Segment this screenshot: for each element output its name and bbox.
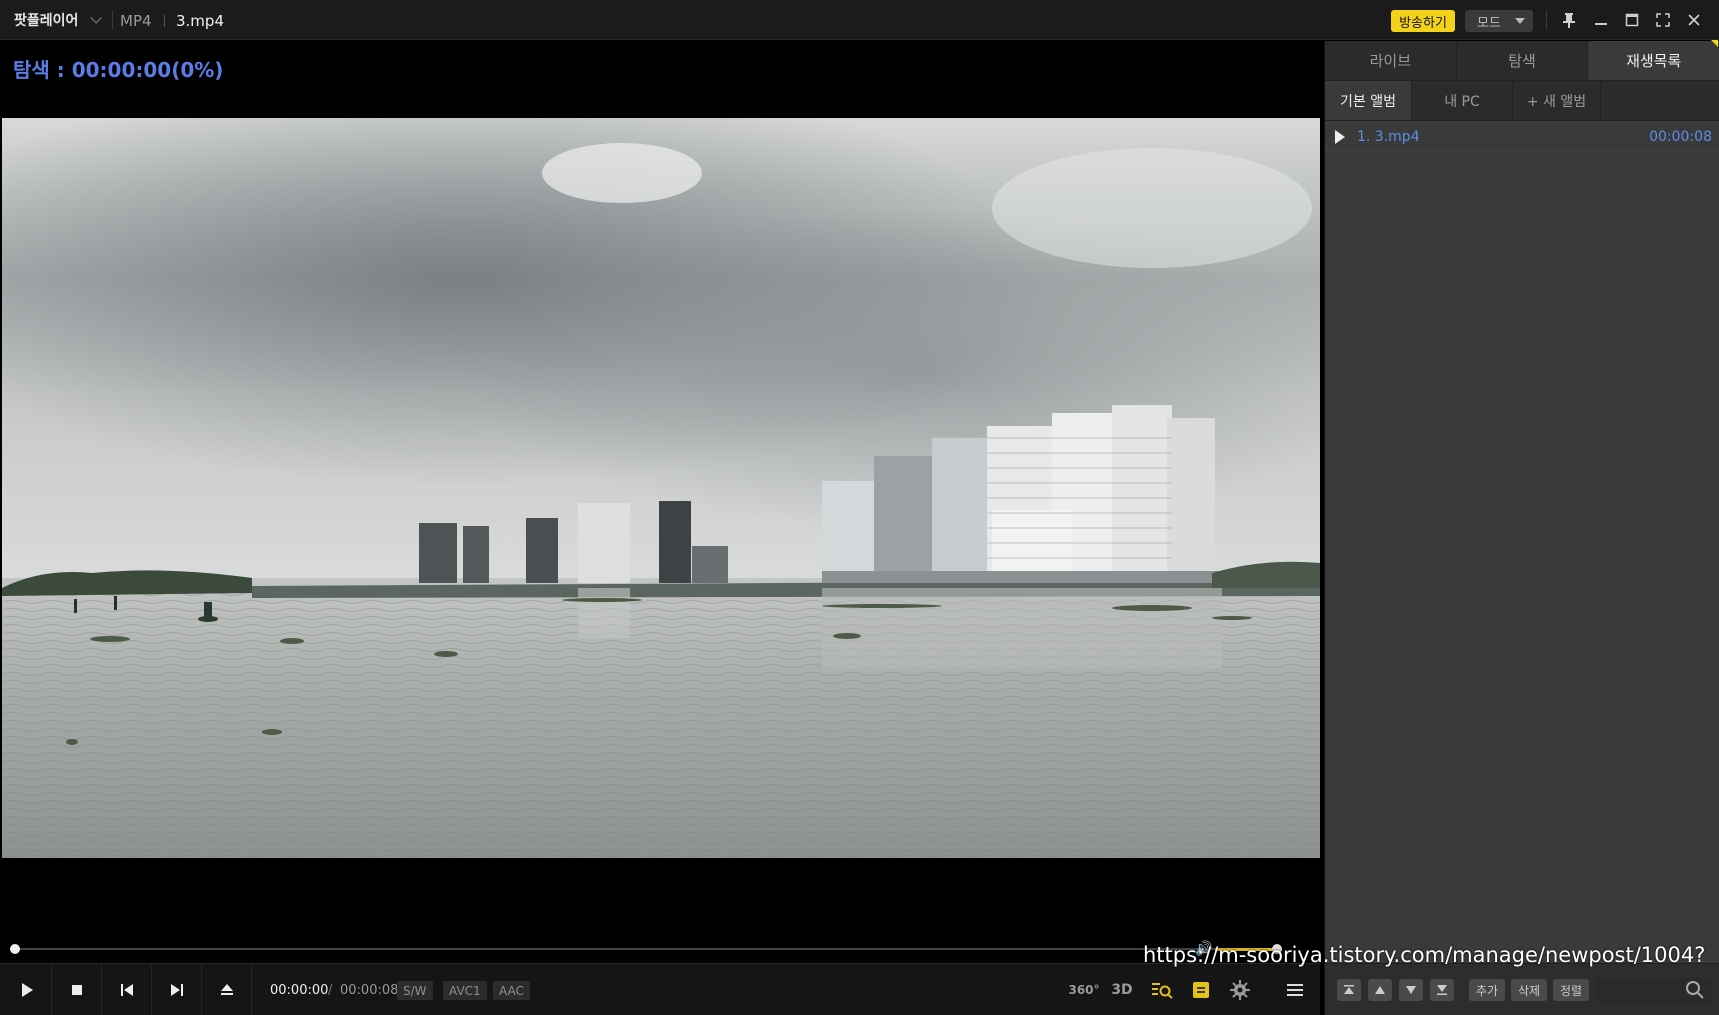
sort-button[interactable]: 정렬: [1553, 979, 1589, 1001]
previous-button[interactable]: [102, 964, 152, 1015]
move-down-button[interactable]: [1399, 979, 1423, 1001]
mode-label: 모드: [1477, 15, 1501, 31]
file-format-label: MP4: [120, 12, 152, 30]
current-time: 00:00:00: [270, 983, 329, 998]
hamburger-menu-icon: [1287, 984, 1303, 996]
tab-playlist[interactable]: 재생목록: [1588, 41, 1719, 80]
maximize-icon: [1625, 13, 1639, 27]
file-name-label: 3.mp4: [176, 12, 224, 30]
album-tab-new-album[interactable]: + 새 앨범: [1513, 81, 1601, 120]
sidebar-tabs: 라이브 탐색 재생목록: [1325, 41, 1719, 81]
divider: [112, 10, 113, 30]
arrow-down-icon: [1406, 986, 1416, 994]
add-button[interactable]: 추가: [1469, 979, 1505, 1001]
now-playing-icon: [1335, 130, 1345, 144]
next-button[interactable]: [152, 964, 202, 1015]
divider: [164, 15, 165, 27]
seek-bar[interactable]: 🔊: [0, 937, 1320, 961]
app-name: 팟플레이어: [14, 13, 79, 29]
open-file-button[interactable]: [202, 964, 252, 1015]
time-separator: /: [328, 983, 333, 998]
url-watermark: https://m-sooriya.tistory.com/manage/new…: [1143, 943, 1706, 967]
move-up-button[interactable]: [1368, 979, 1392, 1001]
move-bottom-icon: [1437, 985, 1447, 995]
dropdown-arrow-icon: [1515, 18, 1525, 24]
video-scene-image: [2, 118, 1320, 858]
close-button[interactable]: [1682, 8, 1706, 32]
album-tabs: 기본 앨범 내 PC + 새 앨범: [1325, 81, 1719, 121]
decoder-tag[interactable]: S/W: [397, 981, 433, 1000]
search-button[interactable]: [1685, 980, 1707, 1002]
chevron-down-icon: [90, 12, 103, 24]
video-codec-tag[interactable]: AVC1: [443, 981, 487, 1000]
stop-button[interactable]: [52, 964, 102, 1015]
move-top-icon: [1344, 985, 1354, 994]
pin-button[interactable]: [1557, 8, 1581, 32]
eject-icon: [220, 984, 233, 995]
minimize-button[interactable]: [1589, 8, 1613, 32]
play-icon: [21, 983, 33, 997]
corner-indicator: [1711, 40, 1718, 47]
title-bar: 팟플레이어 MP4 3.mp4 방송하기 모드: [0, 0, 1719, 40]
skip-next-icon: [170, 984, 183, 996]
delete-button[interactable]: 삭제: [1511, 979, 1547, 1001]
fullscreen-button[interactable]: [1651, 8, 1675, 32]
minimize-icon: [1595, 23, 1607, 25]
app-menu-button[interactable]: 팟플레이어: [14, 10, 103, 30]
subtitle-button[interactable]: [1188, 978, 1214, 1002]
sidebar-panel: 라이브 탐색 재생목록 기본 앨범 내 PC + 새 앨범 1. 3.mp4 0…: [1324, 41, 1719, 1015]
video-frame[interactable]: [2, 118, 1320, 858]
seek-track[interactable]: [14, 948, 1254, 950]
maximize-button[interactable]: [1620, 8, 1644, 32]
vr-360-button[interactable]: 360°: [1068, 978, 1099, 1002]
pin-icon: [1563, 13, 1575, 28]
album-tab-default[interactable]: 기본 앨범: [1325, 81, 1412, 120]
settings-button[interactable]: [1227, 978, 1253, 1002]
playlist-search-button[interactable]: [1149, 978, 1175, 1002]
total-time: 00:00:08: [340, 983, 399, 998]
play-button[interactable]: [2, 964, 52, 1015]
arrow-up-icon: [1375, 986, 1385, 994]
audio-codec-tag[interactable]: AAC: [493, 981, 530, 1000]
broadcast-button[interactable]: 방송하기: [1391, 10, 1455, 32]
search-icon: [1686, 981, 1704, 999]
seek-handle[interactable]: [10, 944, 20, 954]
playlist-item[interactable]: 1. 3.mp4 00:00:08: [1325, 123, 1719, 151]
subtitle-icon: [1193, 982, 1209, 998]
seek-status-overlay: 탐색 : 00:00:00(0%): [13, 58, 224, 82]
playlist: 1. 3.mp4 00:00:08: [1325, 123, 1719, 151]
gear-icon: [1230, 980, 1250, 1000]
list-search-icon: [1152, 983, 1173, 999]
fullscreen-icon: [1656, 13, 1670, 27]
stop-icon: [71, 985, 82, 995]
skip-previous-icon: [120, 984, 133, 996]
tab-live[interactable]: 라이브: [1325, 41, 1457, 80]
playback-control-bar: 00:00:00 / 00:00:08 S/W AVC1 AAC 360° 3D: [0, 963, 1320, 1015]
menu-button[interactable]: [1282, 978, 1308, 1002]
playlist-toolbar: 추가 삭제 정렬: [1325, 963, 1719, 1015]
move-bottom-button[interactable]: [1430, 979, 1454, 1001]
divider: [1546, 10, 1547, 30]
playlist-item-name: 1. 3.mp4: [1357, 129, 1420, 145]
album-tab-my-pc[interactable]: 내 PC: [1412, 81, 1513, 120]
close-icon: [1688, 14, 1700, 26]
mode-dropdown[interactable]: 모드: [1465, 10, 1533, 32]
playlist-item-duration: 00:00:08: [1649, 129, 1712, 145]
3d-button[interactable]: 3D: [1109, 978, 1135, 1002]
tab-explore[interactable]: 탐색: [1457, 41, 1589, 80]
move-top-button[interactable]: [1337, 979, 1361, 1001]
